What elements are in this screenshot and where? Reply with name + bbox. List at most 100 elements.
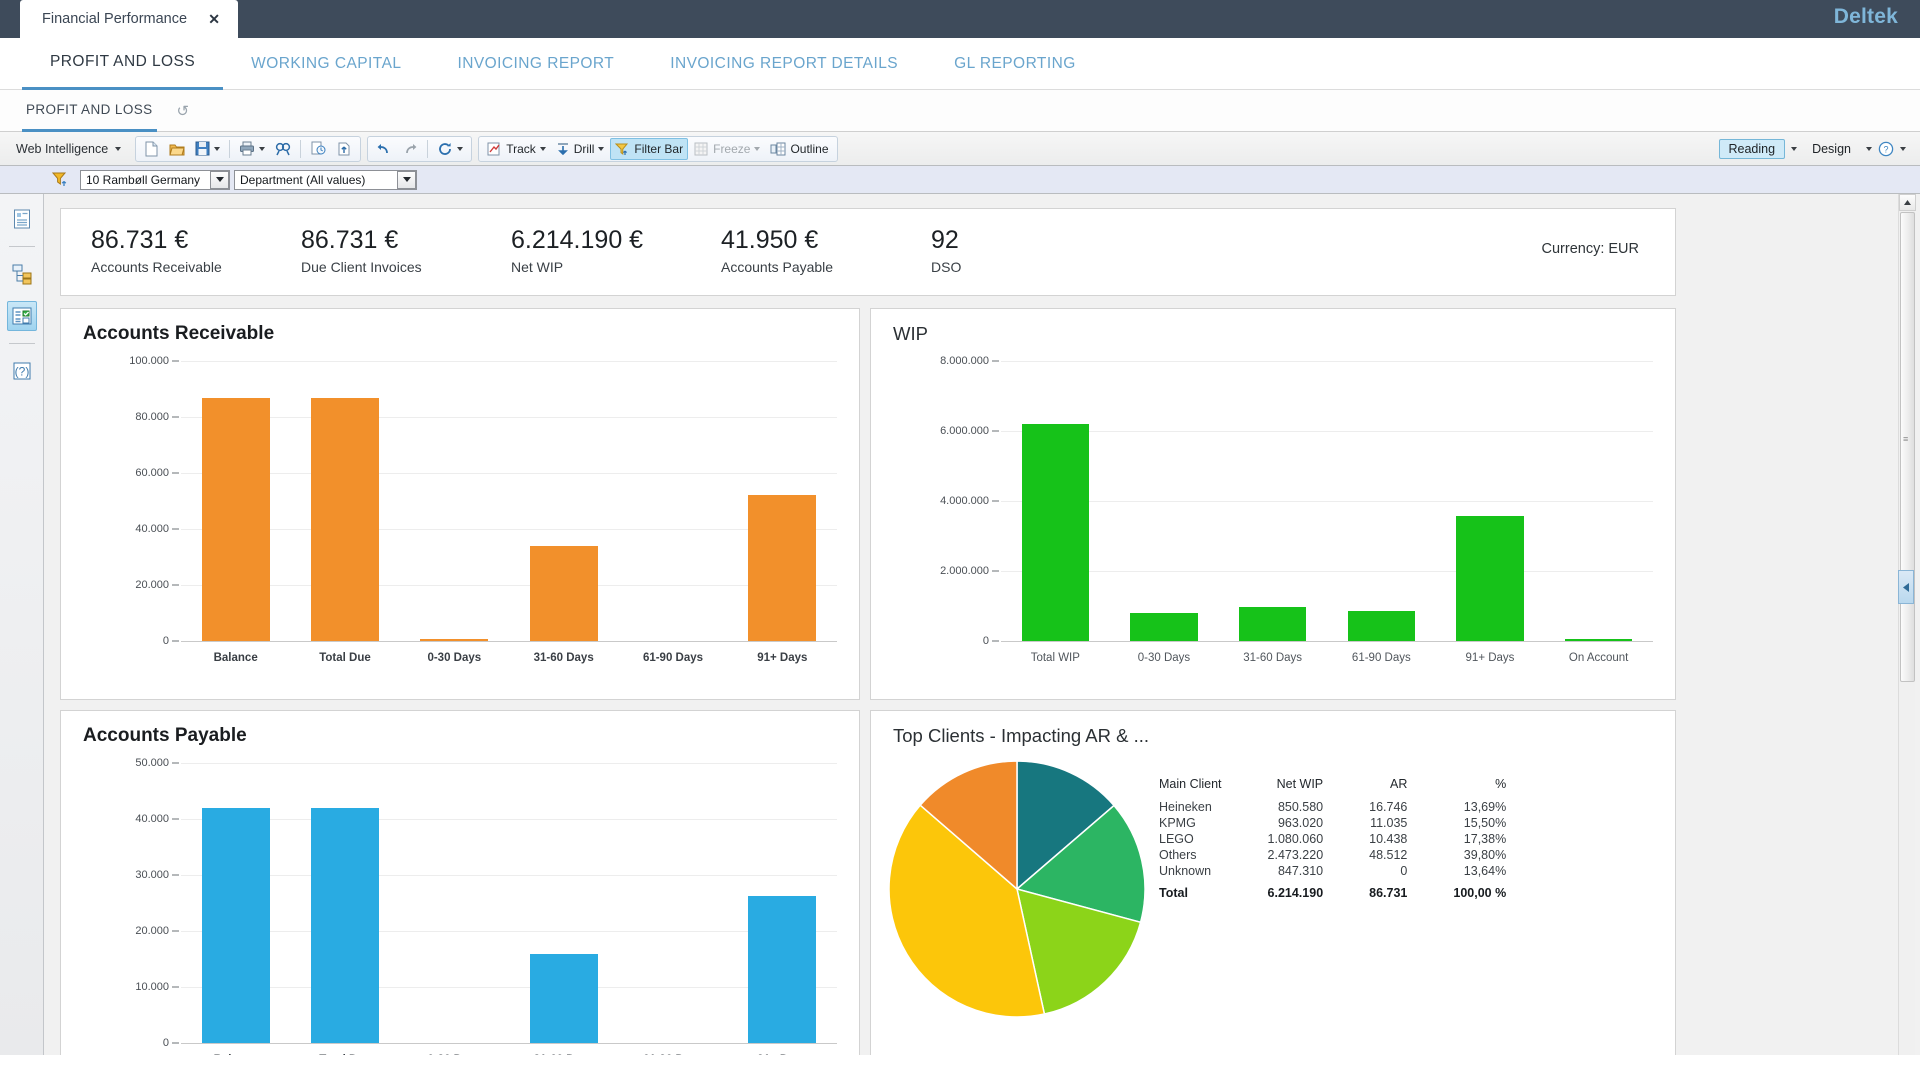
gridline — [181, 875, 837, 876]
chevron-down-icon[interactable] — [1900, 146, 1906, 151]
x-axis-tick-label: 91+ Days — [757, 652, 808, 664]
export-icon[interactable] — [332, 138, 356, 160]
design-mode-button[interactable]: Design — [1803, 140, 1860, 158]
chevron-down-icon[interactable] — [210, 170, 229, 189]
y-axis-tick-label: 80.000 — [135, 411, 169, 423]
x-axis-line — [1001, 641, 1653, 642]
x-axis-tick-label: 61-90 Days — [1351, 652, 1411, 664]
bar[interactable] — [1238, 606, 1307, 641]
tab-label: INVOICING REPORT DETAILS — [670, 54, 899, 72]
accounts-receivable-chart[interactable]: 0 20.000 40.000 60.000 80.000 100.000 Balance T… — [61, 345, 859, 685]
tab-gl-reporting[interactable]: GL REPORTING — [926, 38, 1104, 90]
bar[interactable] — [748, 896, 817, 1043]
x-axis-tick-label: 61-90 Days — [642, 652, 704, 664]
filter-bar-button[interactable]: Filter Bar — [610, 137, 689, 160]
tab-profit-and-loss[interactable]: PROFIT AND LOSS — [22, 38, 224, 90]
bar[interactable] — [311, 808, 379, 1043]
axis-tick — [172, 528, 179, 530]
top-clients-pie[interactable]: HeinekenKPMGLEGOOthersUnknown — [889, 761, 1145, 1017]
find-icon[interactable] — [271, 138, 295, 160]
track-label: Track — [506, 141, 536, 156]
bar[interactable] — [201, 808, 270, 1043]
bar[interactable] — [529, 545, 598, 641]
table-row[interactable]: Unknown 847.310 0 13,64% — [1159, 863, 1506, 879]
y-axis-tick-label: 0 — [162, 635, 169, 647]
document-tab[interactable]: Financial Performance ✕ — [20, 0, 238, 38]
new-document-icon[interactable] — [140, 138, 163, 160]
undo-icon[interactable] — [372, 138, 396, 160]
department-filter-select[interactable]: Department (All values) — [234, 169, 417, 190]
kpi-label: DSO — [931, 259, 962, 275]
bar[interactable] — [748, 495, 817, 641]
tab-working-capital[interactable]: WORKING CAPITAL — [223, 38, 429, 90]
bar[interactable] — [201, 398, 270, 641]
drill-button[interactable]: Drill — [552, 138, 609, 160]
bar[interactable] — [311, 398, 379, 641]
svg-text:?: ? — [1883, 144, 1888, 154]
wip-chart[interactable]: 0 2.000.000 4.000.000 6.000.000 8.000.000 Tot… — [871, 345, 1675, 685]
chevron-down-icon[interactable] — [1866, 146, 1872, 151]
scroll-thumb[interactable] — [1900, 212, 1915, 682]
chevron-down-icon[interactable] — [1791, 146, 1798, 151]
collapse-panel-button[interactable] — [1898, 570, 1914, 604]
accounts-payable-card: Accounts Payable 0 10.000 20.000 30.000 40.0… — [60, 710, 860, 1055]
print-icon[interactable] — [235, 138, 269, 160]
outline-label: Outline — [790, 141, 829, 156]
chevron-down-icon[interactable] — [397, 170, 416, 189]
company-filter-select[interactable]: 10 Rambøll Germany — [80, 169, 230, 190]
bar[interactable] — [1456, 516, 1524, 641]
document-summary-icon[interactable] — [7, 204, 37, 234]
gridline — [1001, 571, 1653, 572]
tab-invoicing-report-details[interactable]: INVOICING REPORT DETAILS — [642, 38, 926, 90]
navigation-map-icon[interactable] — [7, 259, 37, 289]
bar[interactable] — [1564, 639, 1633, 641]
table-row[interactable]: LEGO 1.080.060 10.438 17,38% — [1159, 831, 1506, 847]
chart-title: Accounts Payable — [83, 725, 247, 746]
bar[interactable] — [1021, 423, 1089, 641]
y-axis-tick-label: 20.000 — [135, 925, 169, 937]
top-clients-chart[interactable]: HeinekenKPMGLEGOOthersUnknown Main Clien… — [871, 747, 1675, 1055]
open-document-icon[interactable] — [165, 138, 189, 160]
help-icon[interactable]: ? — [1878, 141, 1894, 157]
file-toolbar-group — [135, 135, 362, 162]
filter-icon[interactable] — [52, 171, 70, 188]
save-icon[interactable] — [191, 138, 224, 160]
reading-mode-button[interactable]: Reading — [1718, 138, 1786, 159]
redo-icon[interactable] — [398, 138, 422, 160]
table-row[interactable]: Heineken 850.580 16.746 13,69% — [1159, 799, 1506, 815]
refresh-icon[interactable]: ↺ — [171, 102, 196, 120]
input-controls-icon[interactable] — [6, 301, 37, 331]
bar[interactable] — [1130, 613, 1198, 641]
web-intelligence-menu[interactable]: Web Intelligence — [8, 142, 129, 156]
help-panel-icon[interactable]: (?) — [7, 356, 37, 386]
kpi-accounts-payable: 41.950 € Accounts Payable — [721, 225, 931, 275]
col-net-wip: Net WIP — [1276, 777, 1324, 791]
outline-button[interactable]: Outline — [766, 138, 832, 160]
axis-tick — [992, 430, 999, 432]
close-icon[interactable]: ✕ — [204, 11, 224, 28]
table-row[interactable]: Others 2.473.220 48.512 39,80% — [1159, 847, 1506, 863]
track-button[interactable]: Track — [483, 138, 550, 160]
document-history-icon[interactable] — [306, 138, 330, 160]
cell-percent: 13,64% — [1463, 864, 1507, 878]
sub-tab-profit-and-loss[interactable]: PROFIT AND LOSS — [22, 90, 157, 132]
bar[interactable] — [529, 953, 598, 1043]
gridline — [181, 417, 837, 418]
tab-invoicing-report[interactable]: INVOICING REPORT — [429, 38, 642, 90]
accounts-payable-chart[interactable]: 0 10.000 20.000 30.000 40.000 50.000 BalanceTo… — [61, 747, 859, 1055]
bar[interactable] — [1347, 611, 1415, 641]
y-axis-tick-label: 40.000 — [135, 813, 169, 825]
refresh-data-icon[interactable] — [433, 138, 467, 160]
cell-net-wip: 6.214.190 — [1267, 886, 1324, 900]
scroll-up-button[interactable] — [1899, 194, 1916, 211]
x-axis-line — [181, 1043, 837, 1044]
x-axis-tick-label: 0-30 Days — [1137, 652, 1191, 664]
department-filter-value: Department (All values) — [240, 172, 366, 187]
vertical-scrollbar[interactable]: ≡ — [1898, 194, 1920, 1055]
gridline — [181, 931, 837, 932]
kpi-label: Accounts Receivable — [91, 259, 222, 275]
freeze-button[interactable]: Freeze — [690, 138, 764, 160]
bar[interactable] — [420, 639, 489, 641]
scroll-track[interactable]: ≡ — [1898, 194, 1916, 1055]
table-row[interactable]: KPMG 963.020 11.035 15,50% — [1159, 815, 1506, 831]
